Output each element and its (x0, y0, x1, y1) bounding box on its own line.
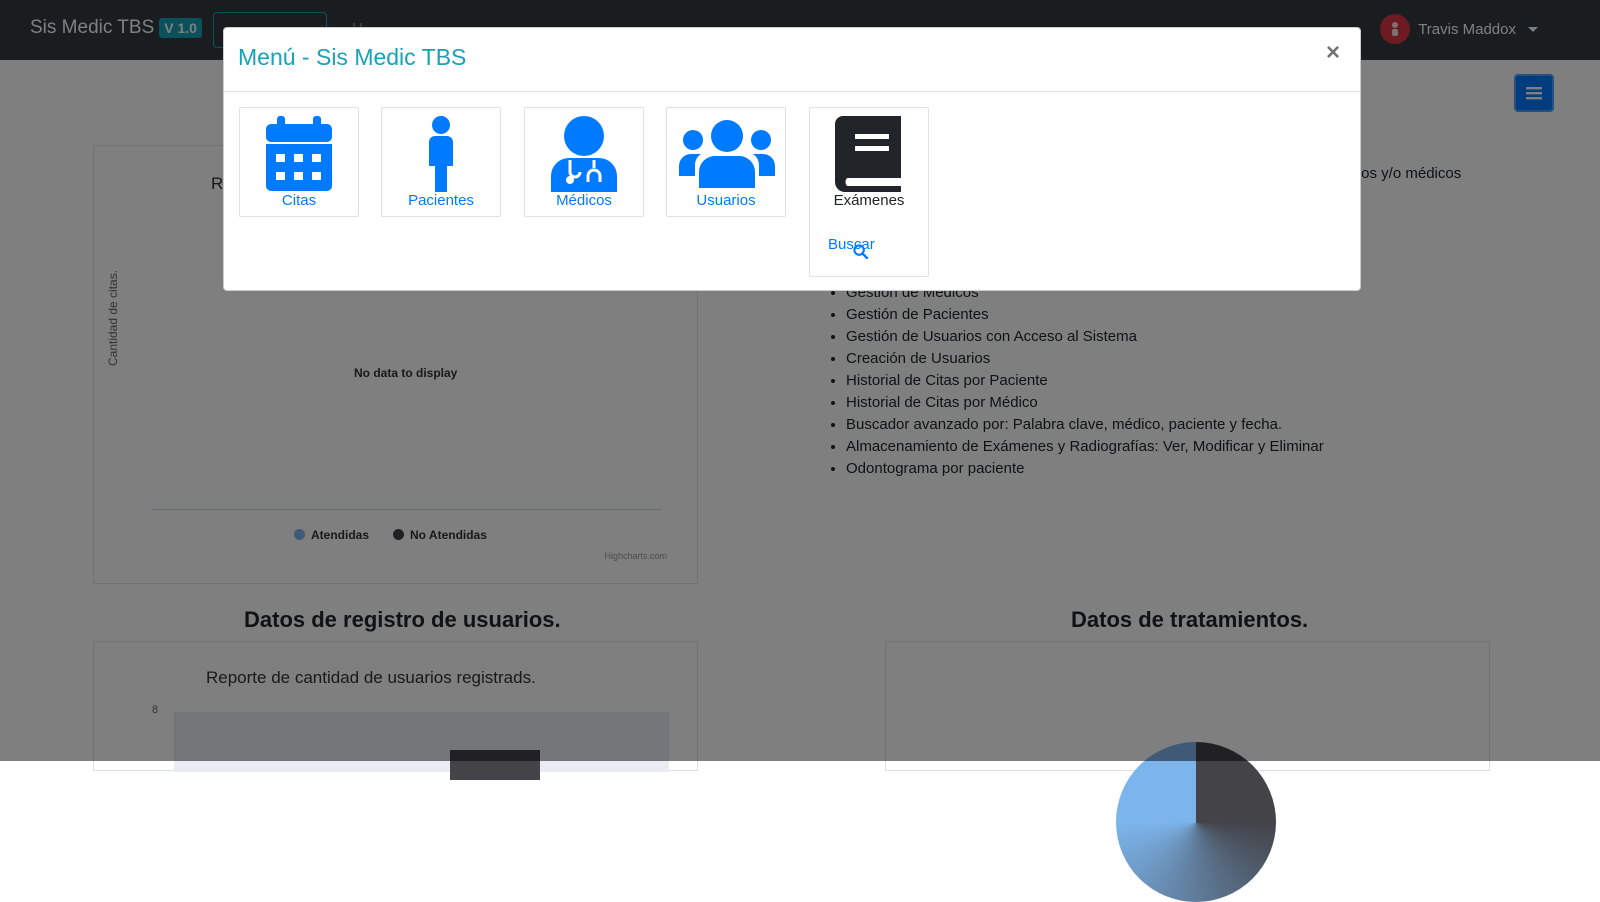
book-icon (835, 116, 901, 192)
close-button[interactable]: × (1326, 41, 1340, 65)
modal-title: Menú - Sis Medic TBS (238, 44, 467, 70)
modal-header: Menú - Sis Medic TBS × (224, 28, 1360, 92)
tile-label: Médicos (556, 192, 612, 209)
tile-pacientes[interactable]: Pacientes (381, 107, 501, 217)
search-icon (853, 244, 868, 259)
tile-label: Pacientes (408, 192, 474, 209)
doctor-icon (551, 116, 617, 192)
tile-citas[interactable]: Citas (239, 107, 359, 217)
tile-usuarios[interactable]: Usuarios (666, 107, 786, 217)
tile-label: Citas (281, 192, 317, 209)
tile-label: Usuarios (696, 192, 756, 209)
users-icon (679, 120, 775, 188)
tile-medicos[interactable]: Médicos (524, 107, 644, 217)
search-link[interactable]: Buscar (828, 236, 875, 259)
person-icon (429, 116, 453, 192)
menu-modal: Menú - Sis Medic TBS × Citas Pacientes M… (223, 27, 1361, 291)
tile-label: Exámenes (833, 192, 905, 209)
tile-examenes[interactable]: Exámenes Buscar (809, 107, 929, 277)
calendar-icon (266, 116, 332, 191)
pie-chart[interactable] (1116, 742, 1276, 902)
